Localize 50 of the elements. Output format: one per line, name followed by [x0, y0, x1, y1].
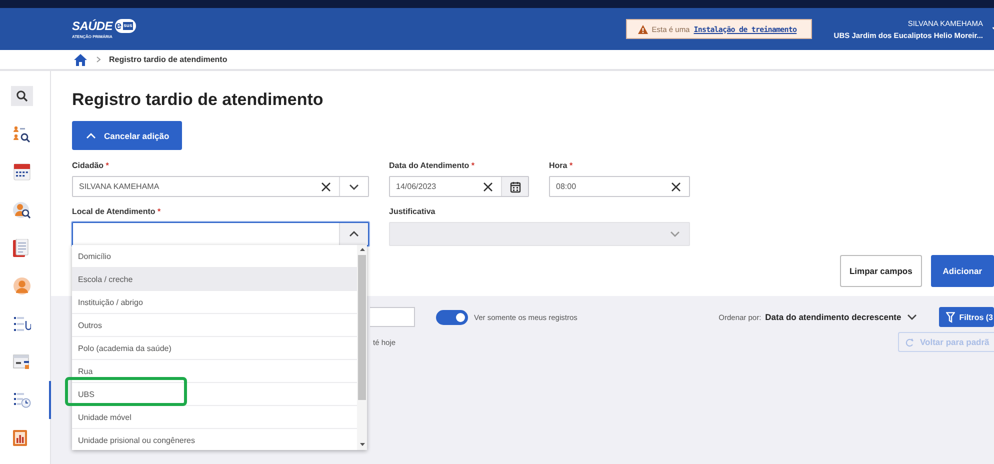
field-label: Hora *: [549, 161, 574, 172]
scrollbar[interactable]: [357, 245, 367, 450]
person-icon: [13, 277, 31, 295]
document-icon: [13, 239, 29, 257]
dropdown-option[interactable]: Polo (academia da saúde): [72, 337, 357, 360]
filters-button[interactable]: Filtros (3: [939, 307, 994, 327]
field-label: Cidadão *: [72, 161, 110, 172]
chevron-up-icon: [86, 132, 96, 138]
search-icon: [11, 86, 33, 106]
page-title: Registro tardio de atendimento: [72, 89, 324, 111]
people-search-icon: [13, 125, 31, 143]
dropdown-option[interactable]: Unidade móvel: [72, 406, 357, 429]
search-field[interactable]: [370, 307, 415, 327]
field-label: Justificativa: [389, 207, 436, 218]
chevron-down-icon: [907, 314, 918, 320]
cancel-button[interactable]: Cancelar adição: [72, 121, 182, 150]
list-clock-icon: [13, 391, 31, 409]
scroll-up-icon[interactable]: [360, 248, 364, 251]
chevron-right-icon: [96, 56, 101, 63]
window-list-icon: [13, 353, 31, 371]
date-field[interactable]: 14/06/2023: [389, 176, 529, 197]
text-field[interactable]: 08:00: [549, 176, 690, 197]
clear-icon[interactable]: [671, 182, 681, 192]
scroll-down-icon[interactable]: [360, 443, 364, 446]
calendar-icon[interactable]: [510, 180, 520, 192]
bar-chart-icon: [13, 429, 29, 447]
toggle-switch[interactable]: [436, 310, 468, 324]
combo-field[interactable]: SILVANA KAMEHAMA: [72, 176, 369, 197]
dropdown-option[interactable]: Outros: [72, 314, 357, 337]
person-search-icon: [13, 201, 31, 219]
field-label: Local de Atendimento *: [72, 207, 162, 218]
add-button[interactable]: Adicionar: [930, 255, 994, 287]
clear-icon[interactable]: [483, 182, 493, 192]
warning-icon: [638, 24, 648, 34]
sort-dropdown[interactable]: Data do atendimento decrescente: [765, 312, 918, 322]
filter-icon: [946, 312, 956, 322]
clear-icon[interactable]: [321, 182, 331, 192]
list-stethoscope-icon: [13, 315, 31, 333]
refresh-icon: [905, 338, 914, 346]
home-icon[interactable]: [74, 54, 87, 66]
dropdown-option[interactable]: Rua: [72, 360, 357, 383]
chevron-down-icon[interactable]: [349, 184, 359, 190]
breadcrumb-item: Registro tardio de atendimento: [109, 55, 228, 64]
chevron-up-icon[interactable]: [349, 231, 359, 237]
dropdown-option[interactable]: Instituição / abrigo: [72, 291, 357, 314]
field-label: Data do Atendimento *: [389, 161, 476, 172]
dropdown-option[interactable]: Escola / creche: [72, 268, 357, 291]
calendar-icon: [13, 163, 31, 181]
select-field[interactable]: [72, 222, 369, 246]
clear-button[interactable]: Limpar campos: [840, 255, 922, 287]
